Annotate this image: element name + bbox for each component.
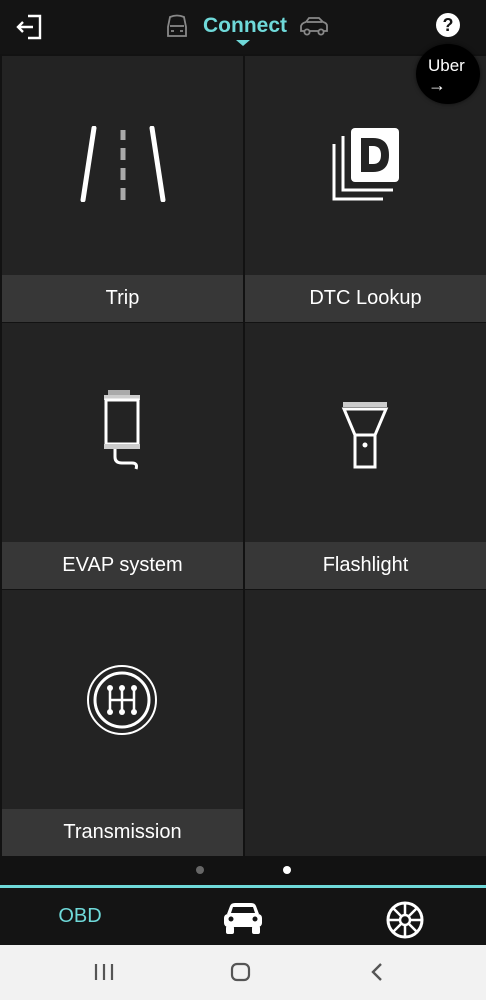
nav-car-tab[interactable] <box>222 900 264 936</box>
nav-obd-tab[interactable]: OBD <box>30 905 130 928</box>
help-icon: ? <box>442 15 454 35</box>
recents-icon[interactable] <box>92 961 116 983</box>
flashlight-icon <box>341 402 389 469</box>
help-button[interactable]: ? <box>436 13 460 37</box>
top-bar: Connect ? <box>0 0 486 54</box>
tile-label: EVAP system <box>2 542 243 589</box>
gear-shift-icon <box>87 665 157 735</box>
tile-evap-system[interactable]: EVAP system <box>2 323 243 589</box>
title-caret-icon <box>236 40 250 46</box>
system-nav-bar <box>0 945 486 1000</box>
dtc-document-icon <box>332 128 399 201</box>
tile-label: DTC Lookup <box>245 275 486 322</box>
page-dot-active[interactable] <box>283 866 291 874</box>
tile-transmission[interactable]: Transmission <box>2 590 243 856</box>
page-dot[interactable] <box>196 866 204 874</box>
road-icon <box>80 126 166 202</box>
page-title[interactable]: Connect <box>200 14 290 38</box>
car-icon <box>224 903 262 934</box>
page-indicator <box>0 862 486 880</box>
tile-flashlight[interactable]: Flashlight <box>245 323 486 589</box>
tile-label: Trip <box>2 275 243 322</box>
feature-grid: Trip DTC Lookup EVAP system Flashlight T… <box>0 54 486 856</box>
evap-canister-icon <box>104 390 140 470</box>
tile-trip[interactable]: Trip <box>2 56 243 322</box>
exit-button[interactable] <box>14 10 48 44</box>
uber-label: Uber <box>428 56 465 75</box>
exit-arrow-icon <box>16 14 42 40</box>
uber-button[interactable]: Uber → <box>416 44 480 104</box>
empty-tile <box>245 590 486 856</box>
tile-label: Transmission <box>2 809 243 856</box>
back-icon[interactable] <box>367 961 387 983</box>
tile-label: Flashlight <box>245 542 486 589</box>
arrow-right-icon: → <box>428 75 446 95</box>
home-icon[interactable] <box>229 961 253 983</box>
car-front-icon[interactable] <box>164 13 190 39</box>
steering-wheel-icon <box>386 901 424 939</box>
car-side-icon[interactable] <box>298 13 330 39</box>
bottom-nav: OBD <box>0 885 486 945</box>
nav-wheel-tab[interactable] <box>385 900 425 940</box>
